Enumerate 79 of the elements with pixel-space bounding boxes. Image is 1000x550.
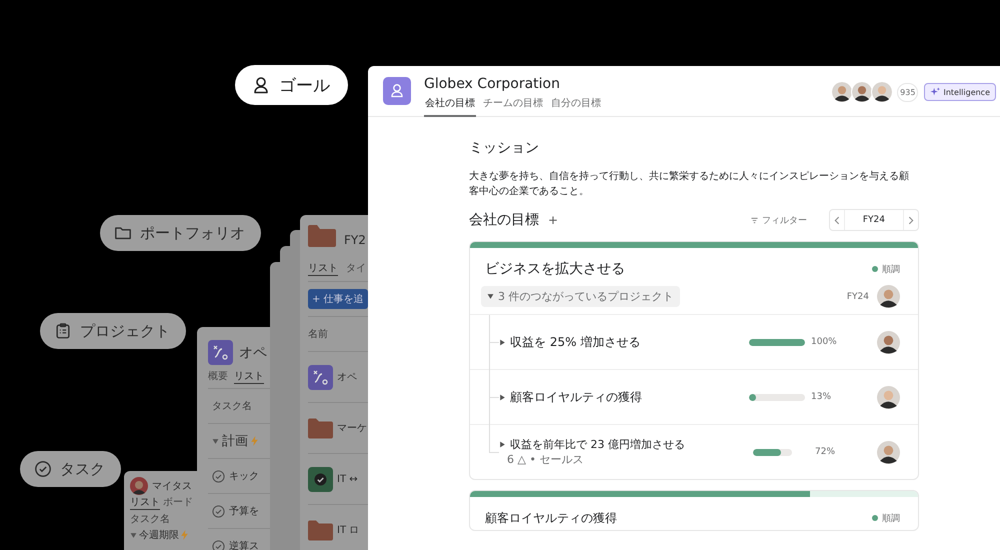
subgoal-title[interactable]: 収益を 25% 増加させる [510, 334, 640, 350]
mission-text: 大きな夢を持ち、自信を持って行動し、共に繁栄するために人々にインスピレーションを与える顧客中心の企業であること。 [469, 170, 910, 199]
avatar [877, 440, 900, 464]
check-circle-icon[interactable] [212, 504, 225, 518]
folder-icon [308, 416, 333, 440]
nav-pill[interactable]: プロジェクト [40, 313, 186, 349]
progress-reading: 100% [811, 337, 838, 347]
project-icon [208, 340, 233, 365]
subgoal-title[interactable]: 収益を前年比で 23 億円増加させる [510, 437, 685, 452]
card-title: FY2 [344, 233, 366, 247]
subgoal-meta: 6 △ • セールス [507, 452, 584, 467]
avatar [130, 477, 148, 495]
folder-icon [308, 225, 336, 247]
tab[interactable]: リスト [234, 369, 264, 384]
linked-projects-toggle[interactable]: 3 件のつながっているプロジェクト [481, 286, 680, 307]
nav-pill[interactable]: タスク [20, 451, 121, 487]
avatar [851, 81, 874, 103]
filter-icon [750, 216, 758, 224]
caret-icon[interactable] [499, 394, 506, 400]
goal-title: ビジネスを拡大させる [485, 260, 625, 278]
clipboard-icon [54, 322, 72, 340]
status-label: 順調 [872, 512, 900, 524]
member-count[interactable]: 935 [897, 82, 918, 102]
check-icon [308, 466, 333, 492]
caret-icon[interactable] [499, 338, 506, 346]
lightning-icon [251, 436, 258, 446]
tab[interactable]: リスト [308, 261, 338, 276]
avatar [831, 81, 854, 103]
avatar [871, 81, 894, 103]
progress-reading: 72% [815, 447, 836, 457]
tab[interactable]: リスト [130, 497, 160, 510]
task-name: キック [229, 470, 259, 483]
window-title: Globex Corporation [424, 76, 561, 93]
period-label: FY24 [846, 292, 869, 302]
card-title: オペ [239, 344, 267, 362]
caret-icon[interactable] [499, 441, 506, 448]
card-title: マイタス [152, 480, 192, 493]
progress-reading: 13% [811, 392, 832, 402]
column-header: タスク名 [130, 513, 171, 526]
task-name: 逆算ス [229, 540, 259, 550]
item-name: IT ↔ [337, 474, 358, 484]
tab[interactable]: ボード [163, 497, 193, 510]
avatar [877, 285, 900, 308]
tab[interactable]: 会社の目標 [424, 96, 476, 117]
section-heading: ミッション [469, 139, 540, 158]
intelligence-button[interactable]: Intelligence [924, 83, 996, 101]
section-heading: 会社の目標 [469, 211, 539, 229]
subgoal-title[interactable]: 顧客ロイヤルティの獲得 [510, 388, 642, 406]
lightning-icon [181, 530, 188, 540]
nav-pill[interactable]: ポートフォリオ [100, 215, 261, 251]
add-work-button[interactable]: + 仕事を追 [308, 289, 368, 309]
item-name: オペ [337, 371, 357, 384]
check-circle-icon [34, 460, 52, 478]
check-circle-icon[interactable] [212, 470, 225, 482]
user-icon [251, 75, 271, 95]
caret-icon[interactable] [487, 293, 494, 300]
sparkle-icon [930, 87, 940, 97]
tab[interactable]: 自分の目標 [550, 96, 602, 117]
folder-icon [308, 518, 333, 542]
filter-button[interactable]: フィルター [744, 212, 813, 228]
tab[interactable]: 概要 [208, 369, 228, 384]
nav-pill[interactable]: ゴール [235, 65, 348, 105]
period-label: FY24 [844, 210, 904, 230]
avatar [877, 330, 900, 354]
user-icon [383, 77, 411, 105]
add-goal-button[interactable]: + [545, 213, 562, 227]
status-label: 順調 [872, 262, 900, 276]
project-icon [308, 364, 333, 390]
section-title: 計画 [222, 433, 248, 450]
item-name: IT ロ [337, 524, 360, 537]
column-header: タスク名 [212, 400, 252, 413]
task-name: 予算を [229, 505, 259, 518]
section-title: 今週期限 [139, 528, 179, 542]
column-header: 名前 [308, 328, 328, 341]
item-name: マーケ [337, 422, 367, 435]
tab[interactable]: タイ [346, 261, 366, 276]
tab[interactable]: チームの目標 [482, 96, 544, 117]
goal-title: 顧客ロイヤルティの獲得 [485, 510, 617, 526]
avatar [877, 386, 900, 408]
